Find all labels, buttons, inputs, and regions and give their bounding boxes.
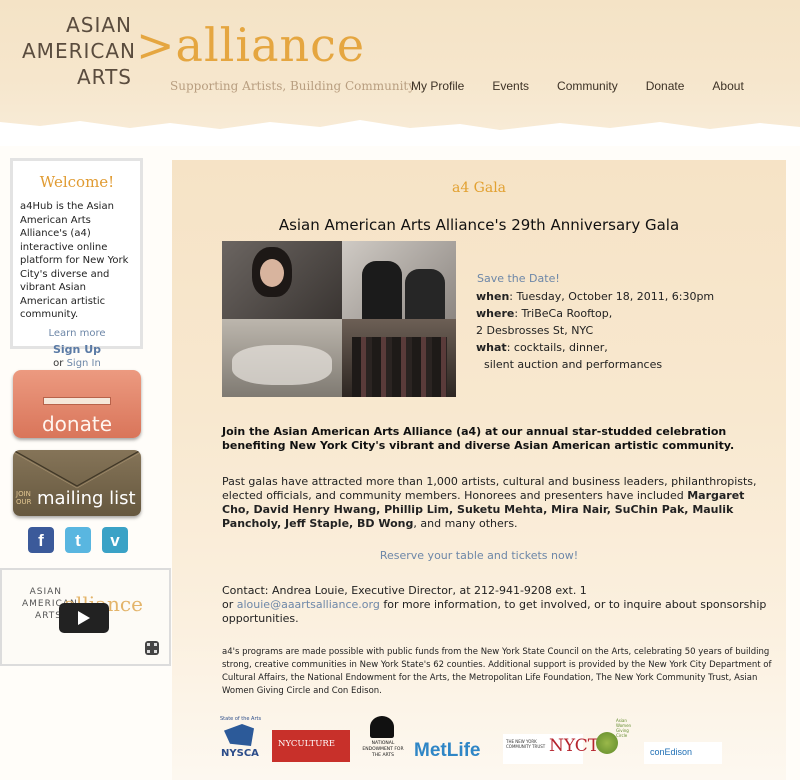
facebook-icon[interactable]: f (28, 527, 54, 553)
gala-title: Asian American Arts Alliance's 29th Anni… (278, 216, 680, 234)
event-address: 2 Desbrosses St, NYC (476, 324, 594, 337)
vimeo-icon[interactable]: v (102, 527, 128, 553)
logo-asian: ASIAN (66, 13, 132, 37)
nyculture-logo[interactable]: NYCULTURE (272, 730, 350, 762)
nysca-text: NYSCA (221, 748, 259, 759)
sponsor-logos: State of the Arts NYSCA NYCULTURE NATION… (220, 716, 780, 776)
nyct-logo[interactable]: THE NEW YORK COMMUNITY TRUST NYCT (503, 734, 599, 764)
metlife-logo[interactable]: MetLife (414, 740, 481, 762)
nea-logo[interactable]: NATIONAL ENDOWMENT FOR THE ARTS (362, 716, 404, 768)
mailing-join-text: JOIN OUR (16, 490, 32, 506)
conedison-logo[interactable]: conEdison (644, 742, 722, 764)
welcome-title: Welcome! (39, 173, 115, 191)
site-header: ASIAN AMERICAN ARTS >alliance Supporting… (0, 0, 800, 146)
video-logo-american: AMERICAN (22, 599, 78, 609)
play-icon (78, 611, 90, 625)
sign-in-row: or Sign In (20, 358, 134, 369)
nav-my-profile[interactable]: My Profile (411, 79, 464, 93)
when-label: when (476, 290, 510, 303)
main-content: a4 Gala Asian American Arts Alliance's 2… (172, 160, 786, 780)
torn-paper-edge (0, 120, 800, 146)
nav-about[interactable]: About (712, 79, 743, 93)
learn-more-link[interactable]: Learn more (20, 328, 134, 339)
awgc-text: Asian Women Giving Circle (616, 718, 632, 738)
nav-donate[interactable]: Donate (646, 79, 685, 93)
what-label: what (476, 341, 507, 354)
where-value: : TriBeCa Rooftop, (514, 307, 613, 320)
save-the-date-link[interactable]: Save the Date! (477, 272, 560, 285)
conedison-text: conEdison (650, 747, 693, 757)
twitter-icon[interactable]: t (65, 527, 91, 553)
reserve-tickets-link[interactable]: Reserve your table and tickets now! (172, 549, 786, 562)
awgc-logo[interactable]: Asian Women Giving Circle (592, 718, 634, 760)
event-what-continued: silent auction and performances (484, 358, 663, 371)
page-heading: a4 Gala (451, 180, 507, 196)
coin-slot-icon (43, 397, 111, 405)
gala-photo-collage (222, 241, 456, 397)
contact-more: or alouie@aaartsalliance.org for more in… (222, 598, 767, 626)
nea-text: NATIONAL ENDOWMENT FOR THE ARTS (362, 741, 404, 758)
contact-email-link[interactable]: alouie@aaartsalliance.org (237, 598, 380, 611)
logo-american: AMERICAN (22, 39, 136, 63)
contact-line: Contact: Andrea Louie, Executive Directo… (222, 584, 587, 597)
logo-alliance[interactable]: >alliance (136, 18, 365, 72)
event-where: where: TriBeCa Rooftop, (476, 307, 612, 320)
funding-paragraph: a4's programs are made possible with pub… (222, 647, 772, 696)
page: ASIAN AMERICAN ARTS >alliance Supporting… (0, 0, 800, 780)
video-logo-arts: ARTS (35, 611, 62, 621)
play-button[interactable] (59, 603, 109, 633)
nysca-top-text: State of the Arts (220, 716, 262, 722)
social-links: f t v (28, 527, 139, 553)
past-text: Past galas have attracted more than 1,00… (222, 475, 757, 502)
video-logo-stack: ASIAN AMERICAN ARTS (22, 586, 78, 622)
nav-community[interactable]: Community (557, 79, 618, 93)
past-galas-paragraph: Past galas have attracted more than 1,00… (222, 475, 767, 531)
video-player[interactable]: ASIAN AMERICAN ARTS alliance (0, 568, 171, 666)
nyct-small-text: THE NEW YORK COMMUNITY TRUST (506, 739, 546, 749)
nyculture-text: NYCULTURE (278, 739, 335, 749)
video-logo-asian: ASIAN (29, 587, 62, 597)
logo-wordmark[interactable]: ASIAN AMERICAN ARTS (22, 12, 136, 90)
mailing-list-button[interactable]: JOIN OUR mailing list (13, 450, 141, 516)
what-value: : cocktails, dinner, (506, 341, 608, 354)
donate-label: donate (41, 412, 112, 436)
or-text: or (53, 357, 64, 369)
welcome-text: a4Hub is the Asian American Arts Allianc… (20, 201, 129, 320)
sign-up-link[interactable]: Sign Up (20, 343, 134, 356)
event-what: what: cocktails, dinner, (476, 341, 608, 354)
contact-paragraph: Contact: Andrea Louie, Executive Directo… (222, 584, 767, 626)
nysca-logo[interactable]: State of the Arts NYSCA (220, 716, 264, 760)
logo-arts: ARTS (76, 65, 132, 89)
mailing-list-label: mailing list (37, 488, 136, 509)
event-when: when: Tuesday, October 18, 2011, 6:30pm (476, 290, 714, 303)
where-label: where (476, 307, 515, 320)
when-value: : Tuesday, October 18, 2011, 6:30pm (509, 290, 715, 303)
donate-button[interactable]: donate (13, 370, 141, 438)
past-text-end: , and many others. (413, 517, 518, 530)
fullscreen-icon[interactable] (145, 641, 159, 655)
sign-in-link[interactable]: Sign In (67, 358, 101, 369)
top-nav: My Profile Events Community Donate About (400, 79, 761, 93)
tagline: Supporting Artists, Building Community (170, 79, 416, 93)
nav-events[interactable]: Events (492, 79, 529, 93)
contact-or: or (222, 598, 237, 611)
welcome-box: Welcome! a4Hub is the Asian American Art… (10, 158, 143, 369)
intro-paragraph: Join the Asian American Arts Alliance (a… (222, 425, 735, 452)
